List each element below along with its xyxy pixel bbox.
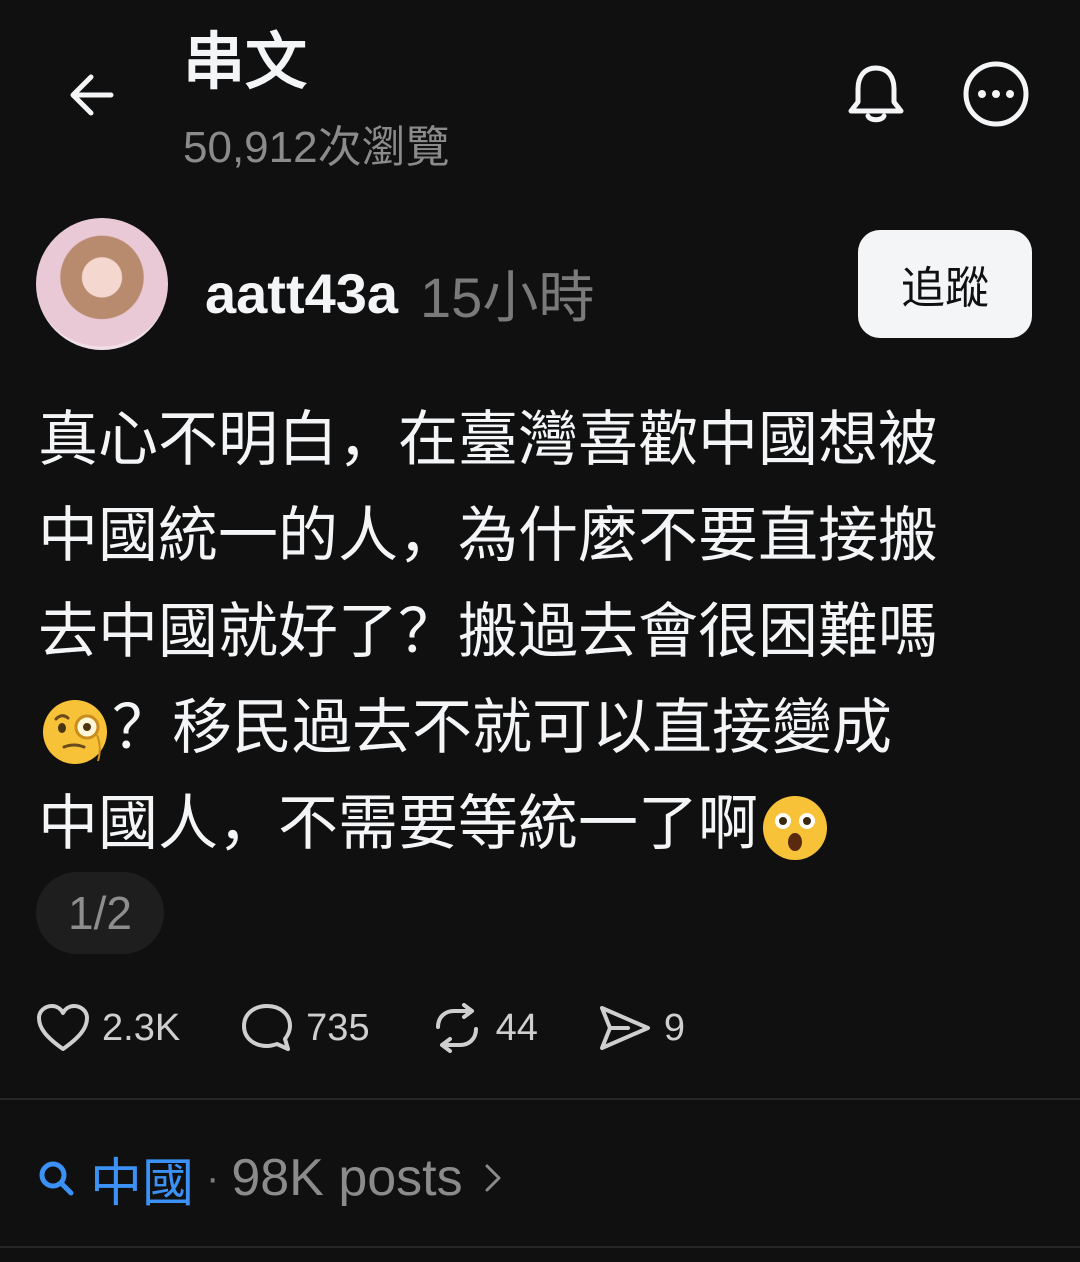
astonished-face-emoji <box>763 796 827 861</box>
topic-term: 中國 <box>90 1154 195 1213</box>
post-actions: 2.3K 735 44 9 <box>36 998 745 1058</box>
share-button[interactable]: 9 <box>598 1003 685 1053</box>
bell-icon <box>848 65 904 123</box>
page-title: 串文 <box>183 28 308 97</box>
post-line-5-wrap: 中國人，不需要等統一了啊 <box>38 776 1018 872</box>
post-line-3: 去中國就好了？搬過去會很困難嗎 <box>38 598 938 665</box>
post-text: 真心不明白，在臺灣喜歡中國想被 中國統一的人，為什麼不要直接搬 去中國就好了？搬… <box>38 392 1018 872</box>
reply-button[interactable]: 735 <box>240 1002 370 1054</box>
repost-button[interactable]: 44 <box>430 1003 538 1053</box>
post-line-5: 中國人，不需要等統一了啊 <box>38 790 758 857</box>
post-line-2: 中國統一的人，為什麼不要直接搬 <box>38 502 938 569</box>
topic-post-count: 98K posts <box>231 1149 463 1207</box>
search-icon <box>39 1161 74 1196</box>
topic-link[interactable]: 中國 · 98K posts <box>36 1146 503 1213</box>
divider-bottom <box>0 1246 1080 1248</box>
post-time: 15小時 <box>420 265 595 329</box>
media-page-indicator: 1/2 <box>36 872 164 954</box>
separator: · <box>206 1155 220 1200</box>
face-with-monocle-emoji <box>43 700 107 765</box>
avatar[interactable] <box>36 218 168 350</box>
send-icon <box>599 1006 650 1050</box>
post-line-4-wrap: ？移民過去不就可以直接變成 <box>38 680 1018 776</box>
more-horizontal-icon <box>963 61 1029 127</box>
heart-icon <box>37 1004 89 1051</box>
post-line-4: ？移民過去不就可以直接變成 <box>112 694 892 761</box>
post-line-1: 真心不明白，在臺灣喜歡中國想被 <box>38 406 938 473</box>
follow-button[interactable]: 追蹤 <box>858 230 1032 338</box>
divider <box>0 1098 1080 1100</box>
share-count: 9 <box>663 1006 685 1049</box>
notification-button[interactable] <box>840 58 912 130</box>
repost-count: 44 <box>495 1006 538 1049</box>
arrow-left-icon <box>70 74 114 116</box>
more-options-button[interactable] <box>960 58 1032 130</box>
username[interactable]: aatt43a <box>205 261 398 326</box>
view-count: 50,912次瀏覽 <box>183 123 450 172</box>
like-button[interactable]: 2.3K <box>36 1003 180 1053</box>
repost-icon <box>435 1003 478 1053</box>
chevron-right-icon <box>485 1164 501 1192</box>
reply-count: 735 <box>306 1006 370 1049</box>
back-button[interactable] <box>60 64 122 126</box>
comment-icon <box>242 1004 293 1051</box>
author-row: aatt43a 15小時 <box>205 255 594 331</box>
like-count: 2.3K <box>102 1006 181 1049</box>
